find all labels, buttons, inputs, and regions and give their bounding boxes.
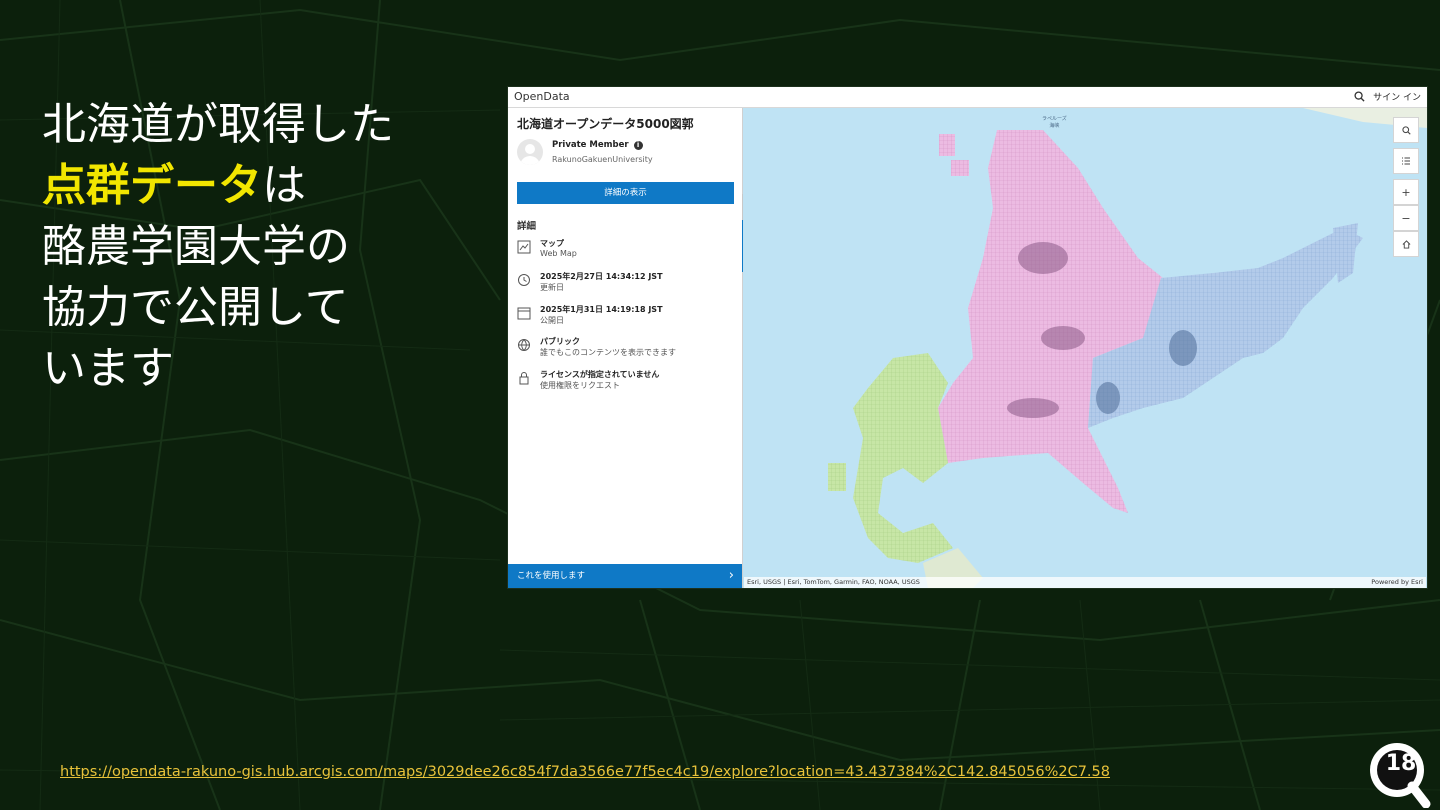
zoom-in-button[interactable]: + [1393, 179, 1419, 205]
heading-after-highlight: は [262, 160, 306, 211]
app-brand[interactable]: OpenData [514, 90, 570, 103]
meta-sub: 更新日 [540, 283, 564, 292]
heading-line-2: 点群データは [42, 155, 472, 216]
request-permission-link[interactable]: 使用権限をリクエスト [540, 380, 620, 391]
powered-by-esri[interactable]: Powered by Esri [1371, 578, 1423, 586]
legend-icon [1402, 157, 1410, 165]
attribution-sources[interactable]: Esri, USGS | Esri, TomTom, Garmin, FAO, … [747, 578, 920, 586]
meta-item-type: マップ Web Map [517, 238, 737, 266]
info-icon[interactable]: i [633, 140, 643, 150]
legend-button[interactable] [1393, 148, 1419, 174]
show-details-button[interactable]: 詳細の表示 [517, 182, 734, 204]
map-view[interactable] [743, 108, 1427, 588]
home-icon [1402, 239, 1410, 249]
meta-sub: 誰でもこのコンテンツを表示できます [540, 348, 676, 357]
strait-label: ラペルーズ 海峡 [1042, 116, 1067, 130]
history-icon [518, 274, 530, 286]
meta-sub: 公開日 [540, 316, 564, 325]
meta-title: 2025年2月27日 14:34:12 JST [540, 272, 663, 281]
home-button[interactable] [1393, 231, 1419, 257]
source-url-link[interactable]: https://opendata-rakuno-gis.hub.arcgis.c… [60, 764, 1110, 780]
heading-line-1: 北海道が取得した [42, 99, 394, 150]
meta-item-created: 2025年1月31日 14:19:18 JST 公開日 [517, 304, 737, 332]
meta-title: ライセンスが指定されていません [540, 370, 660, 379]
map-toolbar: + − [1393, 117, 1419, 257]
heading-line-4: 協力で公開して [42, 282, 349, 333]
app-topbar: OpenData サイン イン [508, 87, 1427, 108]
zoom-out-icon: − [1401, 211, 1411, 225]
owner-role-label: Private Member [552, 140, 629, 150]
chevron-right-icon: › [728, 568, 734, 583]
map-search-button[interactable] [1393, 117, 1419, 143]
owner-role: Private Member i [552, 140, 643, 150]
heading-line-3: 酪農学園大学の [42, 221, 350, 272]
webmap-screenshot: OpenData サイン イン 北海道オープンデータ5000図郭 Private… [508, 87, 1427, 588]
meta-title: 2025年1月31日 14:19:18 JST [540, 305, 663, 314]
details-section-title: 詳細 [517, 221, 537, 232]
meta-title: パブリック [540, 337, 580, 346]
use-this-label: これを使用します [517, 571, 586, 581]
globe-icon [518, 339, 530, 351]
strait-label-line-1: ラペルーズ [1042, 116, 1067, 122]
heading-line-5: います [42, 343, 174, 394]
zoom-out-button[interactable]: − [1393, 205, 1419, 231]
meta-sub: Web Map [540, 249, 577, 258]
signin-link[interactable]: サイン イン [1373, 90, 1421, 103]
calendar-icon [517, 307, 531, 320]
use-this-button[interactable]: これを使用します › [508, 564, 742, 588]
meta-title: マップ [540, 239, 564, 248]
search-icon [1401, 125, 1411, 135]
search-icon[interactable] [1354, 91, 1365, 102]
page-number: 18 [1385, 751, 1417, 776]
slide-heading: 北海道が取得した 点群データは 酪農学園大学の 協力で公開して います [42, 94, 472, 399]
map-attribution: Esri, USGS | Esri, TomTom, Garmin, FAO, … [744, 577, 1426, 588]
owner-org[interactable]: RakunoGakuenUniversity [552, 155, 653, 164]
avatar [517, 139, 543, 165]
panel-title: 北海道オープンデータ5000図郭 [517, 117, 694, 131]
details-panel: 北海道オープンデータ5000図郭 Private Member i Rakuno… [508, 108, 743, 588]
meta-item-updated: 2025年2月27日 14:34:12 JST 更新日 [517, 271, 737, 299]
heading-highlight: 点群データ [42, 160, 262, 211]
map-icon [517, 240, 531, 254]
topbar-actions: サイン イン [1354, 90, 1421, 103]
lock-icon [519, 372, 529, 385]
meta-item-sharing: パブリック 誰でもこのコンテンツを表示できます [517, 336, 737, 364]
strait-label-line-2: 海峡 [1049, 123, 1060, 129]
zoom-in-icon: + [1401, 185, 1411, 199]
meta-item-license: ライセンスが指定されていません 使用権限をリクエスト [517, 369, 737, 397]
